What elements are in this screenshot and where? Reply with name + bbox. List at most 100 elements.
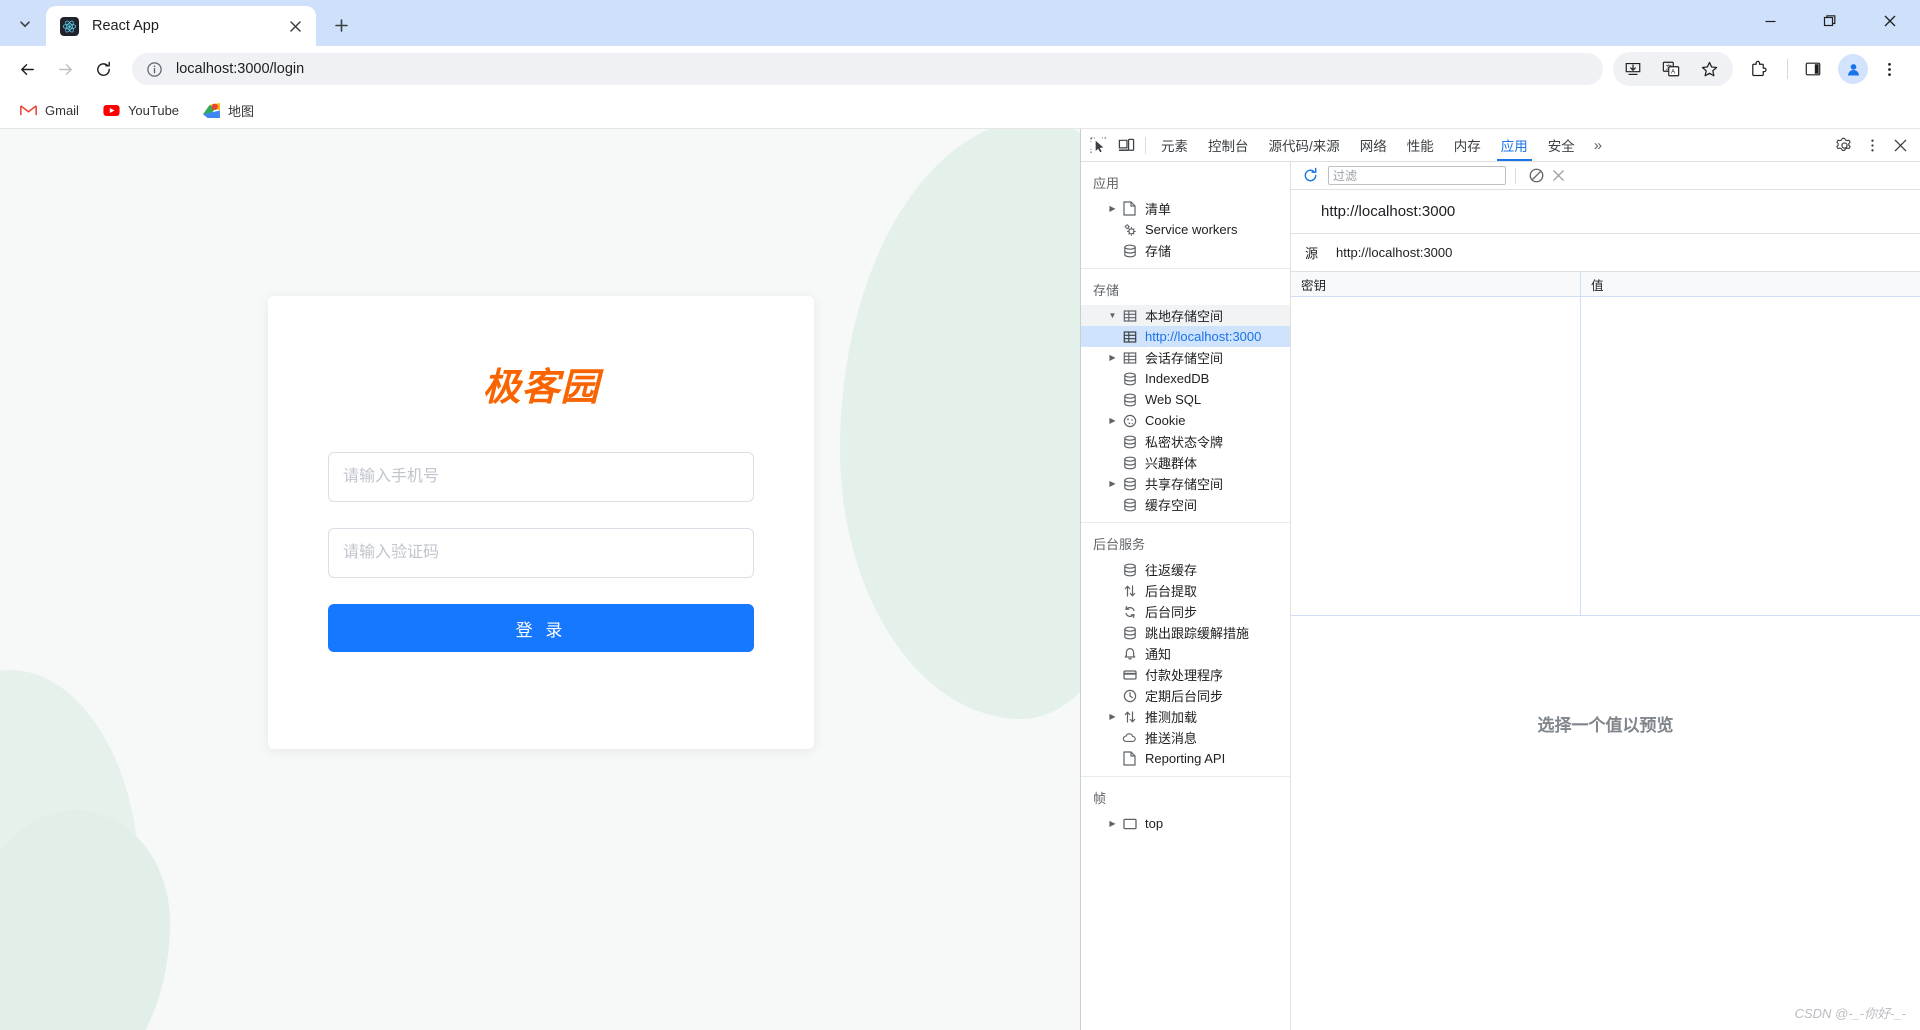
sidebar-item-back-forward-cache[interactable]: 往返缓存 (1081, 559, 1290, 580)
refresh-button[interactable] (1299, 165, 1321, 187)
sidebar-item-bounce-tracking-mitigations[interactable]: 跳出跟踪缓解措施 (1081, 622, 1290, 643)
login-button[interactable]: 登 录 (328, 604, 754, 652)
tab-performance[interactable]: 性能 (1397, 129, 1444, 161)
sidebar-item-notifications[interactable]: 通知 (1081, 643, 1290, 664)
extensions-button[interactable] (1741, 52, 1775, 86)
phone-input[interactable] (328, 452, 754, 502)
profile-avatar[interactable] (1838, 54, 1868, 84)
sidebar-item-shared-storage[interactable]: ▶ 共享存储空间 (1081, 473, 1290, 494)
table-body-empty[interactable] (1291, 297, 1920, 616)
sidebar-item-label: 后台提取 (1145, 581, 1197, 600)
sidebar-item-private-state-tokens[interactable]: 私密状态令牌 (1081, 431, 1290, 452)
sidebar-item-label: 推送消息 (1145, 728, 1197, 747)
cookie-icon (1119, 414, 1140, 428)
sidebar-item-label: 私密状态令牌 (1145, 432, 1223, 451)
google-maps-icon (203, 102, 220, 119)
browser-tab[interactable]: React App (46, 6, 316, 46)
chevron-right-icon[interactable]: ▶ (1106, 819, 1119, 828)
sidebar-item-indexeddb[interactable]: IndexedDB (1081, 368, 1290, 389)
new-tab-button[interactable] (324, 8, 358, 42)
chevron-right-icon[interactable]: ▶ (1106, 416, 1119, 425)
window-close-button[interactable] (1860, 0, 1920, 42)
bookmark-gmail[interactable]: Gmail (12, 98, 87, 123)
clear-all-button[interactable] (1525, 165, 1547, 187)
chevron-right-icon[interactable]: ▶ (1106, 353, 1119, 362)
sidebar-item-web-sql[interactable]: Web SQL (1081, 389, 1290, 410)
sidebar-item-cookie[interactable]: ▶ Cookie (1081, 410, 1290, 431)
bookmark-maps[interactable]: 地图 (195, 97, 262, 124)
sidebar-item-cache-storage[interactable]: 缓存空间 (1081, 494, 1290, 515)
column-header-value[interactable]: 值 (1581, 272, 1920, 296)
address-bar[interactable]: localhost:3000/login (132, 53, 1603, 85)
sidebar-item-session-storage[interactable]: ▶ 会话存储空间 (1081, 347, 1290, 368)
sidebar-item-periodic-background-sync[interactable]: 定期后台同步 (1081, 685, 1290, 706)
forward-button[interactable] (48, 52, 82, 86)
refresh-icon (1302, 167, 1319, 184)
database-icon (1119, 498, 1140, 512)
close-icon (1883, 14, 1897, 28)
storage-filter-input[interactable] (1328, 166, 1506, 185)
forward-arrow-icon (56, 60, 75, 79)
side-panel-button[interactable] (1796, 52, 1830, 86)
sidebar-item-label: 缓存空间 (1145, 495, 1197, 514)
reload-button[interactable] (86, 52, 120, 86)
chevron-right-icon[interactable]: ▶ (1106, 479, 1119, 488)
sidebar-item-speculative-loads[interactable]: ▶ 推测加载 (1081, 706, 1290, 727)
sidebar-item-local-storage[interactable]: ▼ 本地存储空间 (1081, 305, 1290, 326)
sidebar-item-label: IndexedDB (1145, 371, 1209, 386)
sidebar-item-reporting-api[interactable]: Reporting API (1081, 748, 1290, 769)
extensions-icon (1749, 60, 1768, 79)
sidebar-item-localhost-origin[interactable]: http://localhost:3000 (1081, 326, 1290, 347)
bookmark-star-button[interactable] (1692, 52, 1726, 86)
device-toolbar-icon (1118, 137, 1135, 154)
sidebar-item-payment-handler[interactable]: 付款处理程序 (1081, 664, 1290, 685)
column-header-key[interactable]: 密钥 (1291, 272, 1581, 296)
sidebar-group-title: 帧 (1081, 782, 1290, 813)
devtools-settings-button[interactable] (1830, 132, 1858, 158)
tab-sources[interactable]: 源代码/来源 (1259, 129, 1350, 161)
devtools-sidebar-tree: 应用 ▶ 清单 Service workers (1081, 162, 1291, 1030)
inspect-element-button[interactable] (1084, 132, 1112, 158)
install-app-button[interactable] (1616, 52, 1650, 86)
tab-security[interactable]: 安全 (1538, 129, 1585, 161)
tab-network[interactable]: 网络 (1350, 129, 1397, 161)
minimize-button[interactable] (1740, 0, 1800, 42)
sidebar-item-storage[interactable]: 存储 (1081, 240, 1290, 261)
back-button[interactable] (10, 52, 44, 86)
table-icon (1119, 330, 1140, 344)
tab-close-button[interactable] (284, 15, 306, 37)
maximize-button[interactable] (1800, 0, 1860, 42)
tab-elements[interactable]: 元素 (1151, 129, 1198, 161)
chevron-right-icon[interactable]: ▶ (1106, 712, 1119, 721)
tab-label: 网络 (1360, 135, 1387, 155)
sidebar-item-label: 存储 (1145, 241, 1171, 260)
tab-memory[interactable]: 内存 (1444, 129, 1491, 161)
sidebar-item-label: 通知 (1145, 644, 1171, 663)
sidebar-item-service-workers[interactable]: Service workers (1081, 219, 1290, 240)
info-circle-icon[interactable] (146, 61, 164, 78)
sidebar-item-background-fetch[interactable]: 后台提取 (1081, 580, 1290, 601)
sidebar-item-top-frame[interactable]: ▶ top (1081, 813, 1290, 834)
tab-search-button[interactable] (8, 7, 42, 41)
tab-console[interactable]: 控制台 (1198, 129, 1259, 161)
database-icon (1119, 372, 1140, 386)
device-toolbar-button[interactable] (1112, 132, 1140, 158)
sidebar-item-manifest[interactable]: ▶ 清单 (1081, 198, 1290, 219)
devtools-menu-button[interactable] (1858, 132, 1886, 158)
chevron-down-icon[interactable]: ▼ (1106, 311, 1119, 320)
devtools-body: 应用 ▶ 清单 Service workers (1081, 162, 1920, 1030)
devtools-close-button[interactable] (1886, 132, 1914, 158)
sidebar-item-push-messaging[interactable]: 推送消息 (1081, 727, 1290, 748)
more-tabs-button[interactable]: » (1585, 129, 1611, 161)
bookmark-youtube[interactable]: YouTube (95, 98, 187, 123)
sidebar-item-background-sync[interactable]: 后台同步 (1081, 601, 1290, 622)
sidebar-item-interest-groups[interactable]: 兴趣群体 (1081, 452, 1290, 473)
translate-button[interactable]: 文A (1654, 52, 1688, 86)
browser-menu-button[interactable] (1872, 52, 1906, 86)
verification-code-input[interactable] (328, 528, 754, 578)
tab-label: 安全 (1548, 135, 1575, 155)
delete-selected-button[interactable] (1547, 165, 1569, 187)
toolbar-divider (1787, 59, 1788, 79)
chevron-right-icon[interactable]: ▶ (1106, 204, 1119, 213)
tab-application[interactable]: 应用 (1491, 129, 1538, 161)
